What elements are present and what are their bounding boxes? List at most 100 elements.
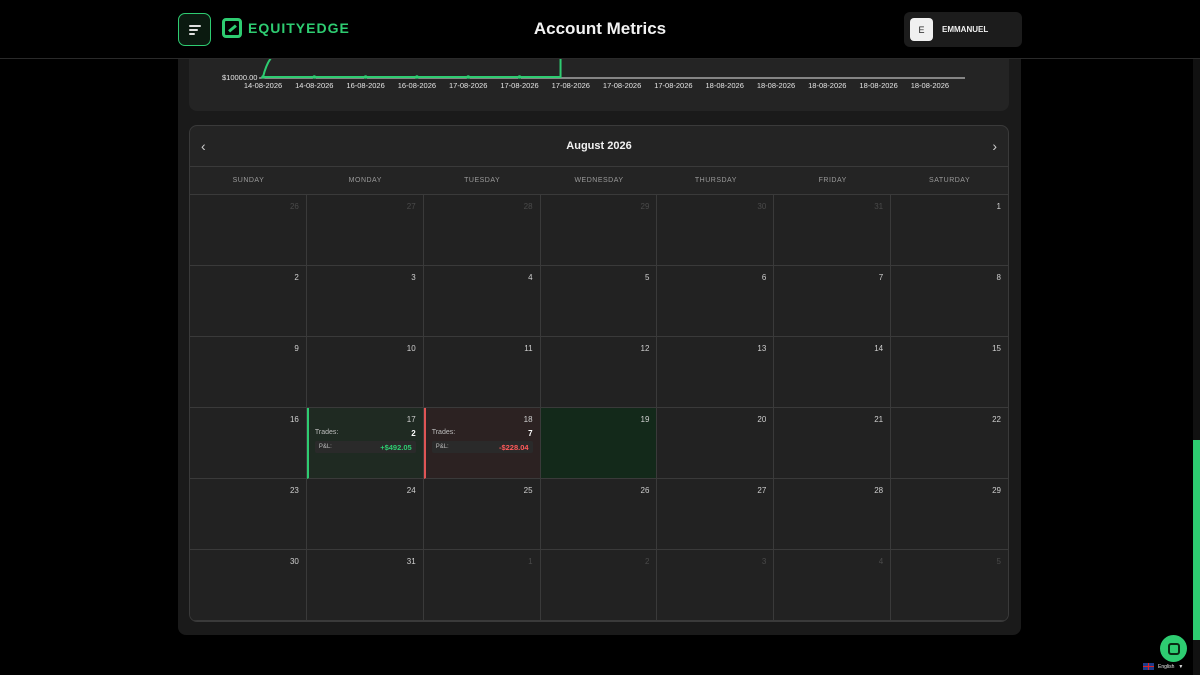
logo-icon (1167, 642, 1180, 655)
calendar-day[interactable]: 6 (657, 266, 775, 337)
calendar-day[interactable]: 29 (540, 195, 658, 266)
calendar-day[interactable]: 14 (774, 337, 892, 408)
user-name: EMMANUEL (942, 25, 989, 34)
calendar-day[interactable]: 17 Trades: 2 P&L: +$492.05 (306, 408, 424, 479)
x-tick-label: 17-08-2026 (500, 81, 538, 90)
day-number: 4 (528, 273, 533, 282)
calendar-day[interactable]: 2 (540, 550, 658, 621)
calendar-day[interactable]: 23 (190, 479, 307, 550)
calendar-month-title: August 2026 (566, 140, 632, 152)
day-number: 5 (996, 557, 1001, 566)
data-point[interactable] (517, 75, 522, 79)
pnl-label: P&L: (435, 444, 449, 450)
user-menu[interactable]: E EMMANUEL (904, 12, 1022, 47)
day-number: 31 (406, 557, 416, 566)
calendar-day[interactable]: 19 (540, 408, 658, 479)
x-tick-label: 16-08-2026 (398, 81, 436, 90)
day-number: 7 (878, 273, 884, 282)
calendar-day[interactable]: 25 (423, 479, 541, 550)
calendar-day[interactable]: 3 (657, 550, 775, 621)
data-point[interactable] (363, 75, 368, 79)
calendar-day[interactable]: 22 (891, 408, 1008, 479)
calendar-day[interactable]: 20 (657, 408, 775, 479)
calendar-day[interactable]: 16 (190, 408, 307, 479)
calendar-day[interactable]: 26 (190, 195, 307, 266)
data-point[interactable] (312, 75, 317, 79)
day-number: 3 (761, 557, 767, 566)
day-number: 1 (996, 202, 1001, 211)
calendar-day[interactable]: 5 (891, 550, 1008, 621)
day-number: 30 (289, 557, 299, 566)
day-number: 21 (874, 415, 884, 424)
calendar-day[interactable]: 31 (774, 195, 892, 266)
day-number: 29 (992, 486, 1001, 495)
calendar-day[interactable]: 5 (540, 266, 658, 337)
day-number: 27 (406, 202, 416, 211)
day-number: 26 (289, 202, 299, 211)
day-number: 27 (757, 486, 767, 495)
day-number: 17 (406, 415, 416, 424)
calendar-day[interactable]: 30 (657, 195, 775, 266)
calendar-day[interactable]: 10 (306, 337, 424, 408)
calendar-day[interactable]: 13 (657, 337, 775, 408)
day-number: 30 (757, 202, 767, 211)
next-month-button[interactable]: › (992, 138, 997, 154)
calendar-day[interactable]: 15 (891, 337, 1008, 408)
chevron-down-icon: ▼ (1178, 663, 1184, 670)
x-tick-label: 18-08-2026 (706, 81, 744, 90)
calendar-day[interactable]: 24 (306, 479, 424, 550)
scrollbar-thumb[interactable] (1193, 440, 1200, 640)
calendar-day[interactable]: 28 (774, 479, 892, 550)
calendar-day[interactable]: 2 (190, 266, 307, 337)
calendar-day[interactable]: 18 Trades: 7 P&L: -$228.04 (423, 408, 541, 479)
x-tick-label: 18-08-2026 (808, 81, 846, 90)
language-selector[interactable]: English ▼ (1143, 663, 1183, 670)
x-tick-label: 14-08-2026 (244, 81, 282, 90)
x-tick-label: 17-08-2026 (654, 81, 692, 90)
weekday-label: SATURDAY (929, 177, 971, 184)
avatar: E (910, 18, 933, 41)
calendar-day[interactable]: 7 (774, 266, 892, 337)
data-point[interactable] (415, 75, 419, 79)
x-tick-label: 17-08-2026 (603, 81, 641, 90)
calendar-day[interactable]: 12 (540, 337, 658, 408)
day-number: 2 (294, 273, 299, 282)
data-point[interactable] (466, 75, 471, 79)
calendar-day[interactable]: 31 (306, 550, 424, 621)
equity-series-line (263, 59, 562, 78)
calendar-day[interactable]: 27 (306, 195, 424, 266)
equity-chart: $10000.00 14-08-2026 14-08-2026 16-08-2026 1… (189, 59, 1009, 111)
day-number: 28 (874, 486, 884, 495)
calendar-day[interactable]: 3 (306, 266, 424, 337)
logo-fab-button[interactable] (1160, 635, 1187, 662)
calendar-day[interactable]: 1 (423, 550, 541, 621)
calendar-day[interactable]: 28 (423, 195, 541, 266)
calendar-day[interactable]: 11 (423, 337, 541, 408)
day-number: 9 (294, 344, 299, 353)
calendar-day[interactable]: 8 (891, 266, 1008, 337)
calendar-day[interactable]: 4 (774, 550, 892, 621)
data-point[interactable] (261, 75, 265, 79)
x-tick-label: 14-08-2026 (295, 81, 333, 90)
calendar-day[interactable]: 27 (657, 479, 775, 550)
day-number: 19 (640, 415, 650, 424)
pnl-value: -$228.04 (498, 442, 529, 452)
day-number: 5 (644, 273, 650, 282)
calendar-day[interactable]: 4 (423, 266, 541, 337)
calendar-day[interactable]: 30 (190, 550, 307, 621)
calendar-day[interactable]: 21 (774, 408, 892, 479)
weekday-label: THURSDAY (694, 177, 737, 184)
weekday-label: TUESDAY (464, 177, 501, 184)
day-number: 23 (289, 486, 299, 495)
weekday-label: FRIDAY (818, 177, 847, 184)
pnl-value: +$492.05 (380, 442, 412, 452)
calendar-day[interactable]: 1 (891, 195, 1008, 266)
day-number: 8 (996, 273, 1001, 282)
calendar-day[interactable]: 9 (190, 337, 307, 408)
calendar-day[interactable]: 26 (540, 479, 658, 550)
day-number: 28 (523, 202, 533, 211)
calendar-day[interactable]: 29 (891, 479, 1008, 550)
day-number: 4 (878, 557, 884, 566)
trades-count: 7 (528, 429, 533, 438)
day-number: 22 (992, 415, 1001, 424)
